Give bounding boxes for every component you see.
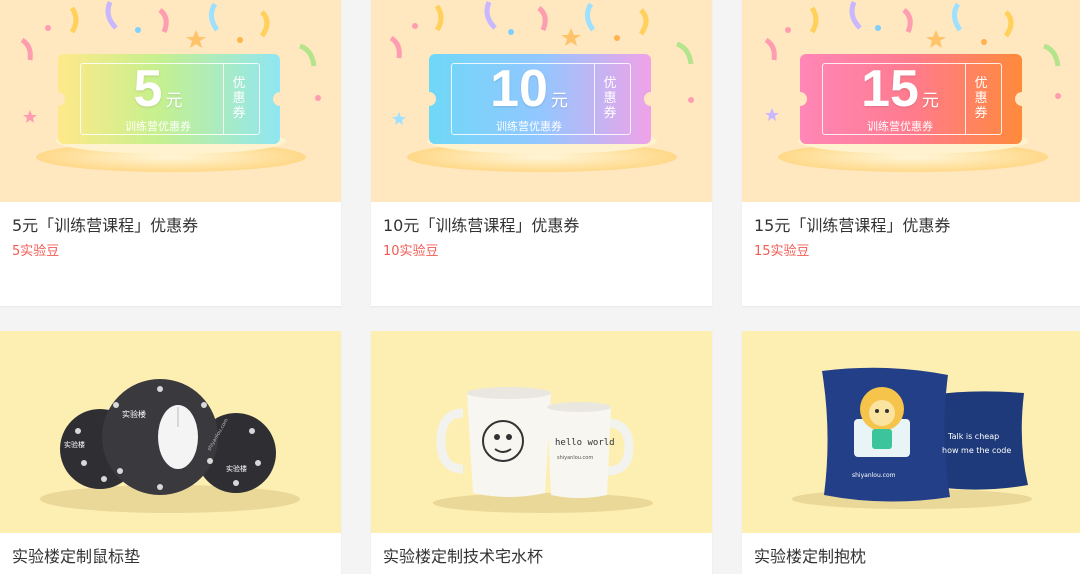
ticket-notch — [1015, 92, 1029, 106]
coupon-side-label: 优惠券 — [603, 76, 617, 121]
product-title[interactable]: 实验楼定制抱枕 — [754, 546, 1068, 568]
product-image-pillow[interactable]: shiyanlou.com Talk is cheap how me the c… — [742, 331, 1080, 533]
mousepad-logo-text: 实验楼 — [122, 409, 146, 419]
product-title[interactable]: 5元「训练营课程」优惠券 — [12, 215, 329, 237]
product-info: 实验楼定制鼠标垫 — [0, 533, 341, 568]
product-card-coupon-5[interactable]: 5元 训练营优惠券 优惠券 5元「训练营课程」优惠券 5实验豆 — [0, 0, 341, 306]
coupon-ticket: 5元 训练营优惠券 优惠券 — [51, 54, 287, 144]
coupon-side-label: 优惠券 — [232, 76, 246, 121]
product-image-mousepad[interactable]: 实验楼 实验楼 实验楼 shiyanlou.com — [0, 331, 341, 533]
product-image-coupon-5[interactable]: 5元 训练营优惠券 优惠券 — [0, 0, 341, 202]
ticket-notch — [793, 92, 807, 106]
product-image-coupon-15[interactable]: 15 元 训练营优惠券 优惠券 — [742, 0, 1080, 202]
ticket-notch — [273, 92, 287, 106]
ticket-notch — [644, 92, 658, 106]
ticket-divider — [223, 63, 224, 135]
product-title[interactable]: 10元「训练营课程」优惠券 — [383, 215, 700, 237]
coupon-caption: 训练营优惠券 — [125, 120, 191, 133]
mug-print-text: hello world — [555, 438, 615, 448]
coupon-ticket: 10 元 训练营优惠券 优惠券 — [422, 54, 658, 144]
mousepad-illustration: 实验楼 实验楼 实验楼 shiyanlou.com — [40, 379, 300, 513]
product-title[interactable]: 15元「训练营课程」优惠券 — [754, 215, 1068, 237]
mousepad-logo-text: 实验楼 — [64, 440, 85, 449]
pillow-print-text: Talk is cheap — [947, 432, 999, 441]
product-card-pillow[interactable]: shiyanlou.com Talk is cheap how me the c… — [742, 331, 1080, 574]
product-card-coupon-15[interactable]: 15 元 训练营优惠券 优惠券 15元「训练营课程」优惠券 15实验豆 — [742, 0, 1080, 306]
product-title[interactable]: 实验楼定制鼠标垫 — [12, 546, 329, 568]
coupon-amount-value: 5 — [133, 60, 163, 118]
ticket-notch — [422, 92, 436, 106]
product-title[interactable]: 实验楼定制技术宅水杯 — [383, 546, 700, 568]
product-info: 5元「训练营课程」优惠券 5实验豆 — [0, 202, 341, 261]
coupon-ticket: 15 元 训练营优惠券 优惠券 — [793, 54, 1029, 144]
ticket-divider — [965, 63, 966, 135]
ticket-divider — [594, 63, 595, 135]
coupon-amount-value: 15 — [861, 60, 919, 118]
product-card-coupon-10[interactable]: 10 元 训练营优惠券 优惠券 10元「训练营课程」优惠券 10实验豆 — [371, 0, 712, 306]
product-info: 实验楼定制抱枕 — [742, 533, 1080, 568]
ticket-notch — [51, 92, 65, 106]
coupon-amount-unit: 元 — [921, 91, 939, 110]
coupon-amount-unit: 元 — [165, 91, 183, 110]
mug-url-text: shiyanlou.com — [557, 455, 593, 461]
pillow-url-text: shiyanlou.com — [852, 472, 896, 479]
product-price: 5实验豆 — [12, 244, 60, 259]
product-card-mousepad[interactable]: 实验楼 实验楼 实验楼 shiyanlou.com 实验楼定制鼠标垫 — [0, 331, 341, 574]
product-info: 实验楼定制技术宅水杯 — [371, 533, 712, 568]
product-info: 15元「训练营课程」优惠券 15实验豆 — [742, 202, 1080, 261]
mousepad-logo-text: 实验楼 — [226, 464, 247, 473]
coupon-caption: 训练营优惠券 — [496, 120, 562, 133]
pillow-print-text: how me the code — [942, 446, 1011, 455]
product-image-coupon-10[interactable]: 10 元 训练营优惠券 优惠券 — [371, 0, 712, 202]
product-info: 10元「训练营课程」优惠券 10实验豆 — [371, 202, 712, 261]
product-price: 10实验豆 — [383, 244, 439, 259]
coupon-amount-value: 10 — [490, 60, 548, 118]
coupon-amount-unit: 元 — [550, 91, 568, 110]
product-card-mug[interactable]: hello world shiyanlou.com 实验楼定制技术宅水杯 — [371, 331, 712, 574]
pillow-illustration: shiyanlou.com Talk is cheap how me the c… — [792, 367, 1032, 509]
coupon-caption: 训练营优惠券 — [867, 120, 933, 133]
product-image-mug[interactable]: hello world shiyanlou.com — [371, 331, 712, 533]
product-grid: 5元 训练营优惠券 优惠券 5元「训练营课程」优惠券 5实验豆 10 元 训练营… — [0, 0, 1080, 574]
coupon-side-label: 优惠券 — [974, 76, 988, 121]
mug-illustration: hello world shiyanlou.com — [433, 387, 653, 513]
product-price: 15实验豆 — [754, 244, 810, 259]
